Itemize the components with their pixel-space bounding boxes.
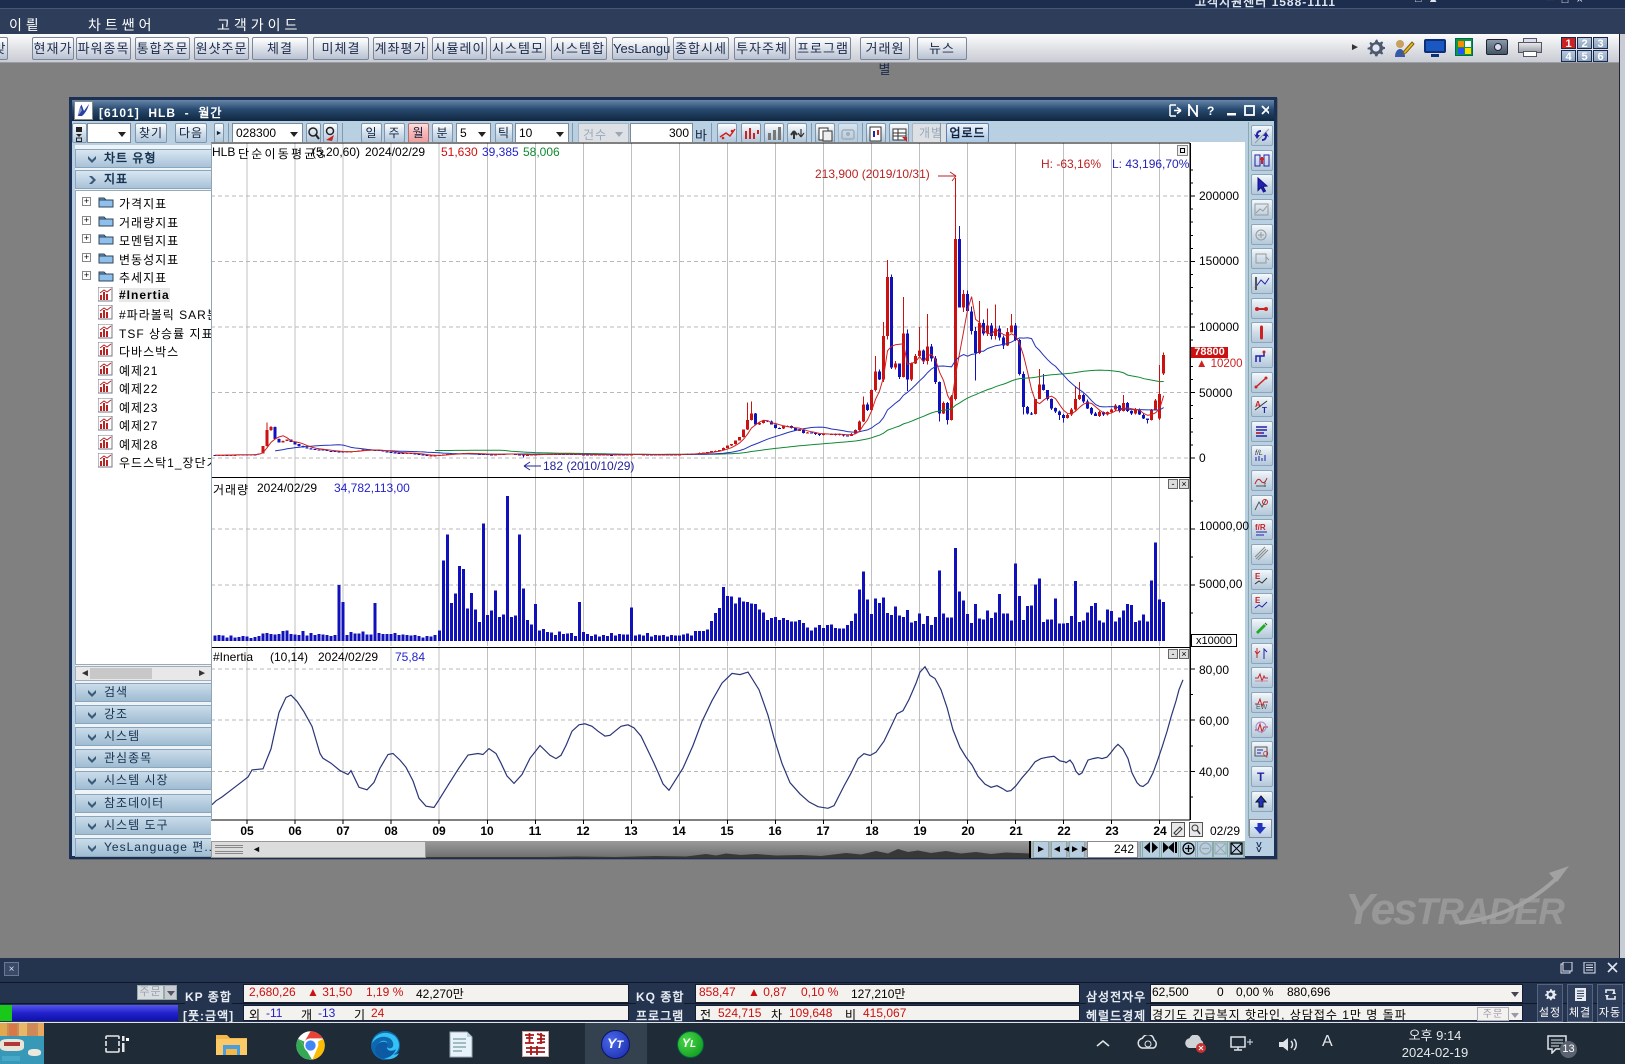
svg-text:T: T [1262, 406, 1267, 415]
svg-text:T: T [1257, 770, 1265, 784]
svg-text:Q: Q [1263, 751, 1269, 758]
svg-text:f/R: f/R [1255, 523, 1266, 532]
svg-text:E: E [1255, 596, 1261, 605]
svg-text:EW: EW [1256, 704, 1268, 711]
svg-text:?: ? [1207, 104, 1214, 117]
svg-text:E: E [1255, 572, 1261, 581]
svg-text:f: f [1264, 482, 1266, 489]
svg-text:f/L: f/L [1255, 450, 1263, 457]
